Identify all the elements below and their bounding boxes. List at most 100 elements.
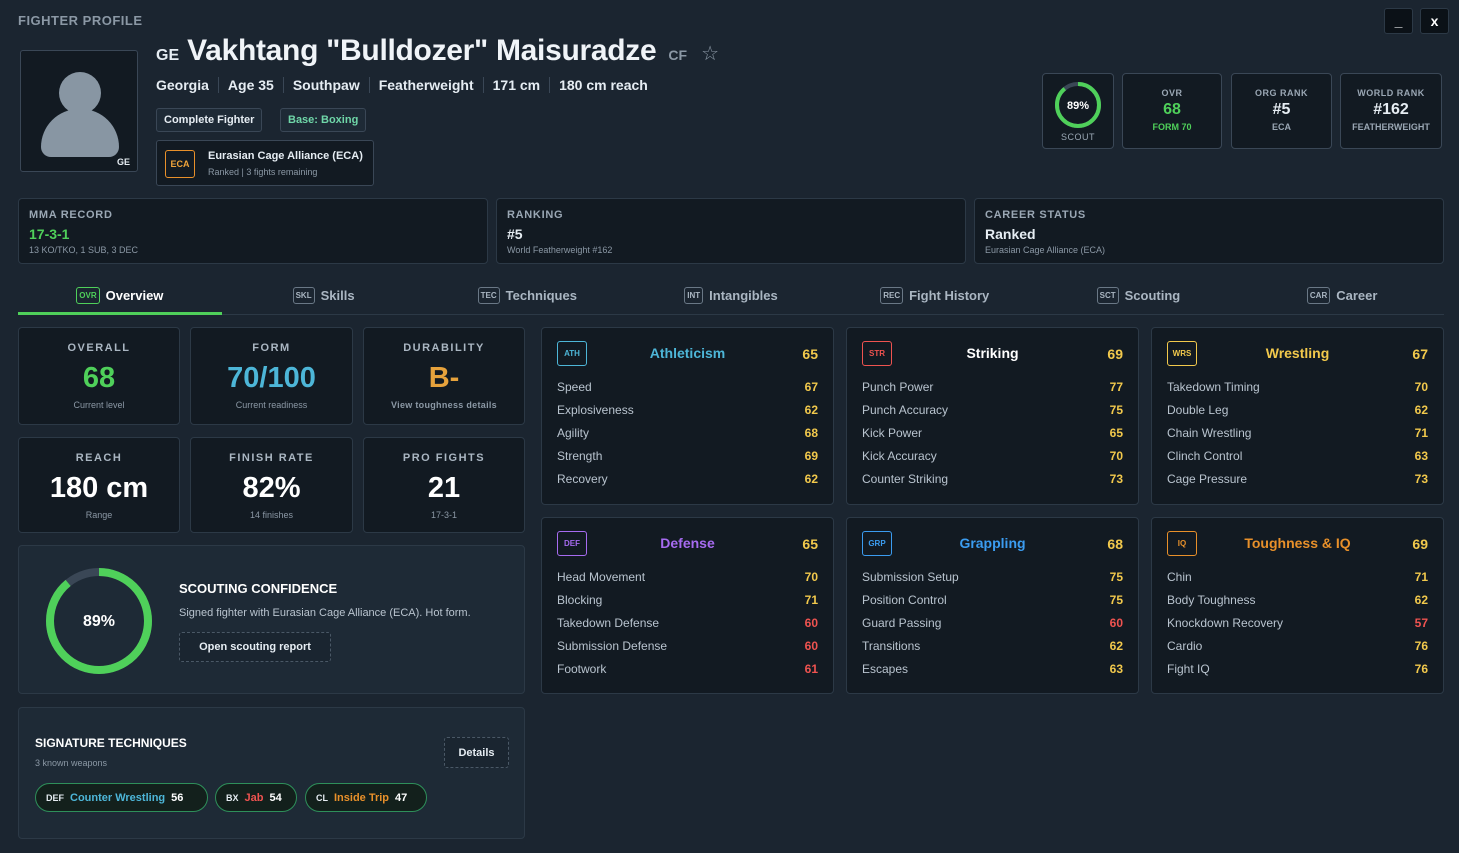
attribute-row: Chain Wrestling 71 [1167,426,1428,444]
attribute-value: 60 [1109,616,1123,630]
attribute-row: Submission Defense 60 [557,639,818,657]
category-value: 69 [1107,346,1123,362]
tab-career[interactable]: CAR Career [1240,277,1444,314]
attribute-value: 70 [804,570,818,584]
record-label: MMA RECORD [29,209,113,221]
category-card-defense: DEF Defense 65 Head Movement 70 Blocking… [541,517,834,694]
tab-overview[interactable]: OVR Overview [18,277,222,315]
attribute-name: Escapes [862,662,909,676]
scouting-tab-icon: SCT [1096,287,1119,304]
attribute-row: Explosiveness 62 [557,403,818,421]
details-button[interactable]: Details [444,737,509,768]
category-name: Wrestling [1265,345,1330,361]
striking-icon: STR [862,341,892,366]
signature-technique-pill[interactable]: CL Inside Trip 47 [305,783,427,812]
tab-intangibles[interactable]: INT Intangibles [629,277,833,314]
open-scouting-report-button[interactable]: Open scouting report [179,632,331,662]
attribute-value: 73 [1109,472,1123,486]
attribute-row: Clinch Control 63 [1167,449,1428,467]
minimize-button[interactable]: _ [1384,8,1413,34]
ranking-card: RANKING #5 World Featherweight #162 [496,198,966,264]
attribute-value: 71 [1414,570,1428,584]
avatar-country-code: GE [116,157,130,167]
fighter-name-row: GE Vakhtang "Bulldozer" Maisuradze CF ☆ [156,34,719,68]
attribute-row: Speed 67 [557,380,818,398]
attribute-row: Punch Accuracy 75 [862,403,1123,421]
scout-ring-icon: 89% [1055,82,1101,128]
world-rank-card: WORLD RANK #162 FEATHERWEIGHT [1340,73,1442,149]
career-status-card: CAREER STATUS Ranked Eurasian Cage Allia… [974,198,1444,264]
pro-fights-label: PRO FIGHTS [402,452,486,464]
attribute-value: 62 [804,472,818,486]
world-rank-sub: FEATHERWEIGHT [1352,122,1430,132]
signature-technique-pill[interactable]: DEF Counter Wrestling 56 [35,783,208,812]
intangibles-tab-icon: INT [684,287,704,304]
overall-label: OVERALL [67,342,131,354]
attribute-row: Kick Power 65 [862,426,1123,444]
attribute-value: 62 [1414,403,1428,417]
ovr-form: FORM 70 [1152,122,1192,132]
attribute-value: 62 [804,403,818,417]
attribute-name: Strength [557,449,603,463]
attribute-row: Kick Accuracy 70 [862,449,1123,467]
attribute-row: Blocking 71 [557,593,818,611]
durability-sub: View toughness details [391,400,497,410]
overall-value: 68 [82,362,116,394]
attribute-value: 61 [804,662,818,676]
pro-fights-value: 21 [427,472,461,504]
record-value: 17-3-1 [29,226,70,242]
record-breakdown: 13 KO/TKO, 1 SUB, 3 DEC [29,245,139,255]
category-card-grappling: GRP Grappling 68 Submission Setup 75 Pos… [846,517,1139,694]
reach-value: 180 cm [49,472,149,504]
attribute-name: Footwork [557,662,607,676]
tab-skills[interactable]: SKL Skills [222,277,426,314]
attribute-value: 76 [1414,639,1428,653]
ring-code: CF [668,47,688,63]
tab-label: Intangibles [709,288,778,303]
attribute-value: 75 [1109,593,1123,607]
category-card-striking: STR Striking 69 Punch Power 77 Punch Acc… [846,327,1139,505]
ranking-value: #5 [507,226,523,242]
grappling-icon: GRP [862,531,892,556]
attribute-name: Double Leg [1167,403,1229,417]
attribute-row: Footwork 61 [557,662,818,680]
tab-techniques[interactable]: TEC Techniques [425,277,629,314]
durability-card[interactable]: DURABILITY B- View toughness details [363,327,525,425]
tab-label: Skills [320,288,355,303]
finish-rate-sub: 14 finishes [249,510,294,520]
signature-technique-pill[interactable]: BX Jab 54 [215,783,297,812]
techniques-tab-icon: TEC [477,287,500,304]
attribute-row: Fight IQ 76 [1167,662,1428,680]
pro-fights-sub: 17-3-1 [430,510,457,520]
attribute-name: Position Control [862,593,947,607]
category-value: 69 [1412,536,1428,552]
attribute-name: Body Toughness [1167,593,1256,607]
avatar: GE [20,50,138,172]
org-name: Eurasian Cage Alliance (ECA) [208,150,363,162]
wrestling-icon: WRS [1167,341,1197,366]
attribute-name: Cardio [1167,639,1203,653]
favorite-star-icon[interactable]: ☆ [701,41,719,66]
attribute-row: Body Toughness 62 [1167,593,1428,611]
attribute-name: Fight IQ [1167,662,1210,676]
attribute-name: Chain Wrestling [1167,426,1252,440]
attribute-row: Counter Striking 73 [862,472,1123,490]
technique-name: Jab [244,791,264,804]
attribute-value: 69 [804,449,818,463]
form-label: FORM [252,342,291,354]
attribute-row: Chin 71 [1167,570,1428,588]
tab-fight-history[interactable]: REC Fight History [833,277,1037,314]
close-button[interactable]: x [1420,8,1449,34]
overall-sub: Current level [73,400,125,410]
fighter-name: Vakhtang "Bulldozer" Maisuradze [187,34,657,67]
reach-sub: Range [85,510,113,520]
organization-card[interactable]: ECA Eurasian Cage Alliance (ECA) Ranked … [156,140,374,186]
attribute-row: Head Movement 70 [557,570,818,588]
form-card: FORM 70/100 Current readiness [190,327,353,425]
toughness-iq-icon: IQ [1167,531,1197,556]
career-value: Ranked [985,226,1036,242]
ranking-world: World Featherweight #162 [507,245,613,255]
tab-scouting[interactable]: SCT Scouting [1037,277,1241,314]
finish-rate-value: 82% [242,472,301,504]
attribute-value: 60 [804,616,818,630]
